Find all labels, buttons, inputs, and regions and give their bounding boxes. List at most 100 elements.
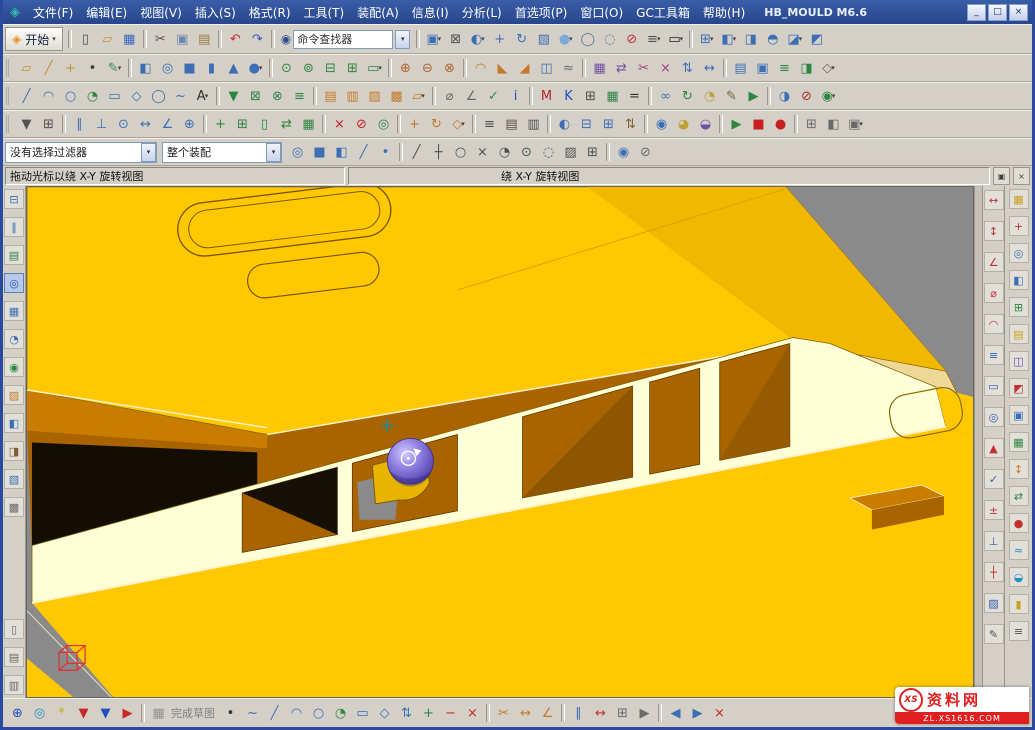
- cylinder-icon[interactable]: ▮: [201, 58, 222, 78]
- select-filter-icon[interactable]: ▼: [16, 114, 37, 134]
- chamfer-icon[interactable]: ◣: [492, 58, 513, 78]
- redo-icon[interactable]: ↷: [247, 29, 268, 49]
- menu-item[interactable]: 首选项(P): [509, 3, 574, 22]
- subtract-icon[interactable]: ⊖: [417, 58, 438, 78]
- sketch-constraints-icon[interactable]: ∥: [568, 703, 589, 723]
- next-tool-icon[interactable]: ▶: [687, 703, 708, 723]
- polygon-icon[interactable]: ◇: [126, 86, 147, 106]
- sketch-icon[interactable]: ✎▾: [104, 58, 125, 78]
- project-curve-icon[interactable]: ▼: [223, 86, 244, 106]
- playback-icon[interactable]: ▶: [743, 86, 764, 106]
- close-prompt-button[interactable]: ×: [1013, 167, 1030, 185]
- touch-panel-icon[interactable]: ▩: [4, 497, 24, 517]
- mw-runner-icon[interactable]: ≈: [1009, 540, 1029, 560]
- info-window-icon[interactable]: ◎: [4, 273, 24, 293]
- chevron-down-icon[interactable]: ▾: [141, 143, 156, 162]
- class-selection-icon[interactable]: ⊞: [38, 114, 59, 134]
- menu-item[interactable]: 窗口(O): [574, 3, 629, 22]
- point-icon[interactable]: •: [82, 58, 103, 78]
- rotate-view-icon[interactable]: ↻: [511, 29, 532, 49]
- show-icon[interactable]: ◉▾: [818, 86, 839, 106]
- menu-item[interactable]: 帮助(H): [697, 3, 751, 22]
- quick-extend-icon[interactable]: ↔: [515, 703, 536, 723]
- viewport-splitter[interactable]: [974, 186, 983, 698]
- swept-icon[interactable]: ▨: [364, 86, 385, 106]
- select-edge-icon[interactable]: ╱: [353, 142, 374, 162]
- play-icon[interactable]: ▶: [726, 114, 747, 134]
- grid-display-icon[interactable]: ⊞: [801, 114, 822, 134]
- view-top-icon[interactable]: ◓: [762, 29, 783, 49]
- select-face-icon[interactable]: ◧: [331, 142, 352, 162]
- shaded-icon[interactable]: ●▾: [555, 29, 576, 49]
- simplify-icon[interactable]: ◇▾: [818, 58, 839, 78]
- paste-icon[interactable]: ▤: [194, 29, 215, 49]
- menu-item[interactable]: 编辑(E): [80, 3, 133, 22]
- menu-item[interactable]: 文件(F): [27, 3, 79, 22]
- templates-icon[interactable]: ▥: [4, 675, 24, 695]
- section-curve-icon[interactable]: ≡: [289, 86, 310, 106]
- mw-ejector-icon[interactable]: ↕: [1009, 459, 1029, 479]
- layers-icon[interactable]: ≡▾: [643, 29, 664, 49]
- menu-item[interactable]: 视图(V): [134, 3, 188, 22]
- edge-blend-icon[interactable]: ◠: [470, 58, 491, 78]
- open-icon[interactable]: ▱: [97, 29, 118, 49]
- expression-icon[interactable]: =: [624, 86, 645, 106]
- pattern-component-icon[interactable]: ▦: [298, 114, 319, 134]
- sketch-circle-icon[interactable]: ○: [308, 703, 329, 723]
- layer-settings-icon[interactable]: ≡: [479, 114, 500, 134]
- unsuppress-icon[interactable]: ◎: [373, 114, 394, 134]
- dock-prompt-button[interactable]: ▣: [993, 167, 1010, 185]
- start-button[interactable]: ◈ 开始 ▾: [5, 27, 63, 51]
- menu-item[interactable]: 信息(I): [406, 3, 455, 22]
- mw-cooling-icon[interactable]: ◒: [1009, 567, 1029, 587]
- select-vertex-icon[interactable]: •: [375, 142, 396, 162]
- help-bookmark-icon[interactable]: ▯: [4, 619, 24, 639]
- sketch-rect-icon[interactable]: ▭: [352, 703, 373, 723]
- no-select-icon[interactable]: ⊘: [621, 29, 642, 49]
- perspective-icon[interactable]: ▧: [533, 29, 554, 49]
- stop-icon[interactable]: ■: [748, 114, 769, 134]
- center-constraint-icon[interactable]: ⊕: [179, 114, 200, 134]
- assembly-constraint-icon[interactable]: ∥: [69, 114, 90, 134]
- frame-opening-4[interactable]: [650, 368, 700, 474]
- assembly-navigator-icon[interactable]: ⊟: [4, 189, 24, 209]
- thread-icon[interactable]: ≈: [558, 58, 579, 78]
- wave-link-icon[interactable]: ∞: [655, 86, 676, 106]
- background-swatch-icon[interactable]: ▭▾: [665, 29, 686, 49]
- new-component-icon[interactable]: ▯: [254, 114, 275, 134]
- draft-icon[interactable]: ◢: [514, 58, 535, 78]
- fillet-curve-icon[interactable]: ◔: [82, 86, 103, 106]
- centerline-icon[interactable]: ┼: [984, 562, 1004, 582]
- edit-dimension-icon[interactable]: ✎: [984, 624, 1004, 644]
- select-solid-icon[interactable]: ■: [309, 142, 330, 162]
- view-front-icon[interactable]: ◨: [740, 29, 761, 49]
- make-corner-icon[interactable]: ∠: [537, 703, 558, 723]
- edit-params-icon[interactable]: ✎: [721, 86, 742, 106]
- calculator-icon[interactable]: ⊞: [580, 86, 601, 106]
- snap-enable-icon[interactable]: ◉: [613, 142, 634, 162]
- dim-vertical-icon[interactable]: ↕: [984, 221, 1004, 241]
- mw-workpiece-icon[interactable]: ◧: [1009, 270, 1029, 290]
- dim-diameter-icon[interactable]: ⌀: [984, 283, 1004, 303]
- palette-icon[interactable]: ▨: [4, 385, 24, 405]
- selection-scope-dropdown[interactable]: 整个装配 ▾: [162, 142, 282, 163]
- snap-intersection-icon[interactable]: ×: [472, 142, 493, 162]
- tolerance-icon[interactable]: ±: [984, 500, 1004, 520]
- text-curve-icon[interactable]: A▾: [192, 86, 213, 106]
- sketch-polygon-icon[interactable]: ◇: [374, 703, 395, 723]
- mw-standard-parts-icon[interactable]: ▦: [1009, 432, 1029, 452]
- pattern-feature-icon[interactable]: ▦: [589, 58, 610, 78]
- hole-icon[interactable]: ⊙: [276, 58, 297, 78]
- measure-distance-icon[interactable]: ⌀: [439, 86, 460, 106]
- notes-icon[interactable]: ▤: [4, 647, 24, 667]
- intersect-icon[interactable]: ⊗: [439, 58, 460, 78]
- database-icon[interactable]: ▦: [4, 301, 24, 321]
- hide-icon[interactable]: ⊘: [796, 86, 817, 106]
- unblank-icon[interactable]: ⊞: [598, 114, 619, 134]
- zoom-icon[interactable]: ◐▾: [467, 29, 488, 49]
- prev-tool-icon[interactable]: ◀: [665, 703, 686, 723]
- blank-icon[interactable]: ⊟: [576, 114, 597, 134]
- pad-icon[interactable]: ⊞: [342, 58, 363, 78]
- datum-csys-icon[interactable]: +: [60, 58, 81, 78]
- datum-symbol-icon[interactable]: ⊥: [984, 531, 1004, 551]
